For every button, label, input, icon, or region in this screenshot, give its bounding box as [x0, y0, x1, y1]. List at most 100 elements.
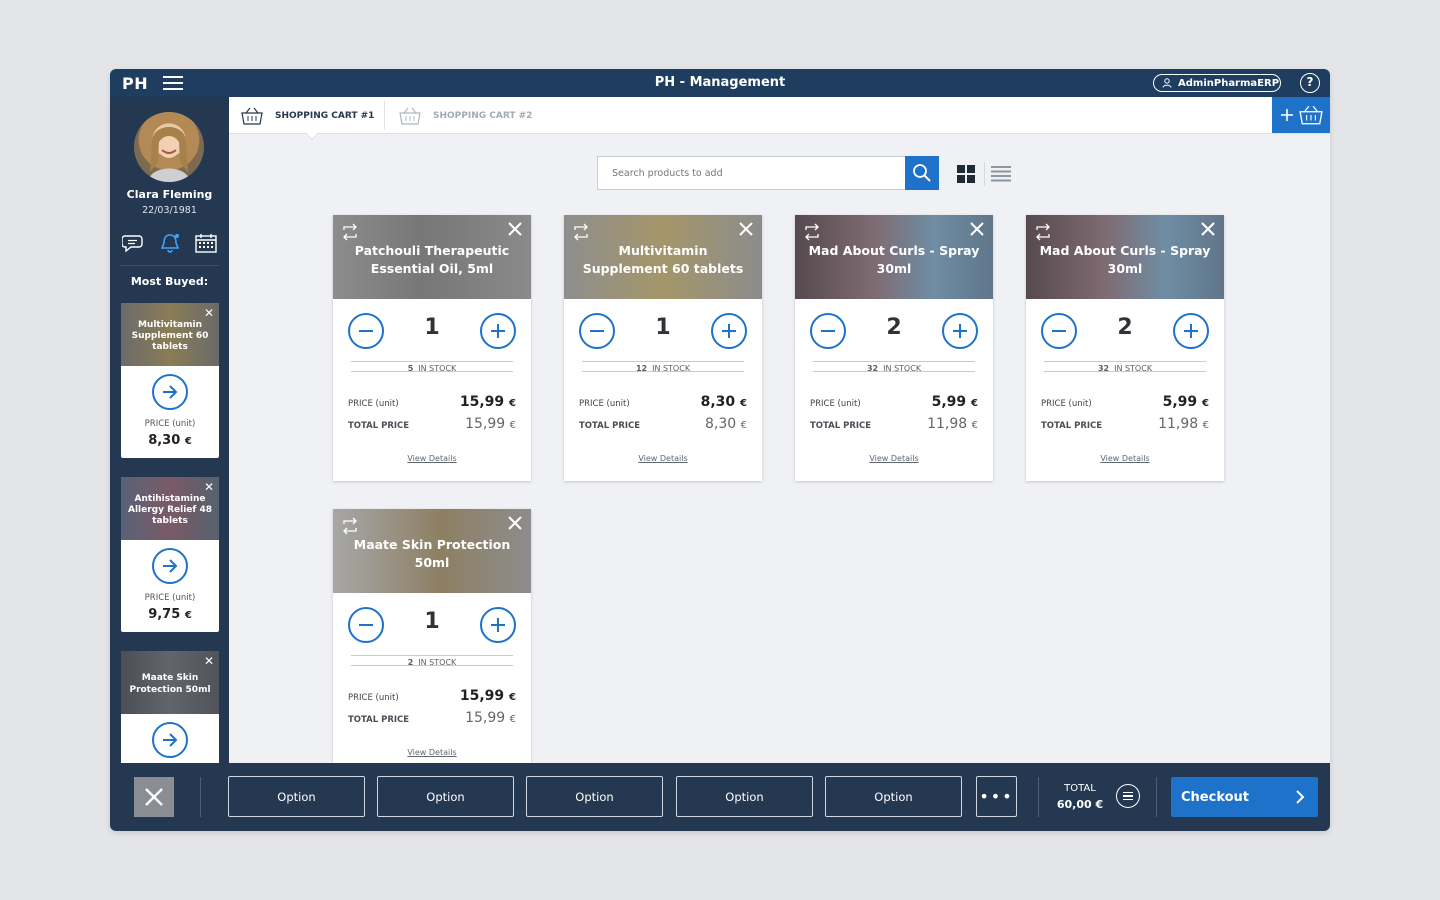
close-icon[interactable] [507, 515, 523, 531]
calendar-icon[interactable] [194, 232, 218, 254]
bar-divider [1038, 777, 1039, 817]
app-window: PH PH - Management AdminPharmaERP ? Clar… [110, 69, 1330, 831]
add-to-cart-button[interactable] [152, 548, 188, 584]
most-bought-card[interactable]: Antihistamine Allergy Relief 48 tablets … [121, 477, 219, 632]
view-details-link[interactable]: View Details [333, 454, 531, 477]
product-image: Mad About Curls - Spray 30ml [1026, 215, 1224, 299]
total-price-row: TOTAL PRICE 11,98 € [1026, 416, 1224, 432]
unit-price-label: PRICE (unit) [579, 399, 630, 409]
swap-icon[interactable] [341, 223, 359, 241]
view-details-link[interactable]: View Details [564, 454, 762, 477]
stock-info: 32 IN STOCK [813, 361, 975, 373]
total-label: TOTAL [1064, 783, 1096, 794]
bar-divider [1156, 777, 1157, 817]
option-button-3[interactable]: Option [526, 776, 663, 817]
checkout-label: Checkout [1181, 789, 1250, 805]
option-button-2[interactable]: Option [377, 776, 514, 817]
most-bought-name: Antihistamine Allergy Relief 48 tablets [127, 493, 212, 527]
close-icon[interactable] [738, 221, 754, 237]
cart-tabs: SHOPPING CART #1 SHOPPING CART #2 [229, 97, 1330, 141]
sidebar-divider [120, 265, 219, 266]
cancel-button[interactable] [134, 777, 174, 817]
chat-icon[interactable] [122, 232, 146, 254]
unit-price-label: PRICE (unit) [348, 693, 399, 703]
stock-info: 2 IN STOCK [351, 655, 513, 667]
option-button-5[interactable]: Option [825, 776, 962, 817]
add-to-cart-button[interactable] [152, 374, 188, 410]
sidebar: Clara Fleming 22/03/1981 Most Buyed: Mul… [110, 97, 229, 763]
most-bought-card[interactable]: Maate Skin Protection 50ml ✕ [121, 651, 219, 763]
increase-button[interactable] [942, 313, 978, 349]
increase-button[interactable] [1173, 313, 1209, 349]
view-details-link[interactable]: View Details [795, 454, 993, 477]
search-input[interactable] [597, 156, 906, 190]
close-icon[interactable] [1200, 221, 1216, 237]
product-name: Mad About Curls - Spray 30ml [1039, 242, 1211, 276]
view-details-link[interactable]: View Details [333, 748, 531, 763]
total-price-value: 11,98 € [927, 416, 978, 432]
bottom-action-bar: Option Option Option Option Option ••• T… [110, 763, 1330, 831]
most-bought-image: Multivitamin Supplement 60 tablets ✕ [121, 303, 219, 366]
option-button-4[interactable]: Option [676, 776, 813, 817]
unit-price-row: PRICE (unit) 8,30 € [564, 394, 762, 410]
add-to-cart-button[interactable] [152, 722, 188, 758]
stock-count: 12 [635, 364, 648, 373]
plus-icon [722, 324, 736, 338]
grid-view-icon[interactable] [956, 164, 976, 184]
swap-icon[interactable] [1034, 223, 1052, 241]
more-options-button[interactable]: ••• [976, 776, 1017, 817]
stock-info: 12 IN STOCK [582, 361, 744, 373]
unit-price-label: PRICE (unit) [1041, 399, 1092, 409]
view-details-link[interactable]: View Details [1026, 454, 1224, 477]
close-icon[interactable]: ✕ [204, 480, 214, 495]
product-image: Maate Skin Protection 50ml [333, 509, 531, 593]
stock-count: 5 [407, 364, 414, 373]
quantity-stepper: 2 [795, 299, 993, 361]
user-menu-button[interactable]: AdminPharmaERP [1153, 74, 1281, 92]
tab-shopping-cart-2[interactable]: SHOPPING CART #2 [399, 97, 532, 134]
plus-icon [491, 618, 505, 632]
list-view-icon[interactable] [990, 164, 1012, 184]
plus-icon [1184, 324, 1198, 338]
increase-button[interactable] [480, 607, 516, 643]
plus-icon [953, 324, 967, 338]
stock-info: 32 IN STOCK [1044, 361, 1206, 373]
product-name: Maate Skin Protection 50ml [353, 536, 511, 570]
swap-icon[interactable] [572, 223, 590, 241]
basket-icon [1298, 105, 1323, 125]
total-value: 60,00 € [1056, 798, 1104, 811]
option-button-1[interactable]: Option [228, 776, 365, 817]
close-icon[interactable]: ✕ [204, 654, 214, 669]
stock-label: IN STOCK [883, 364, 922, 373]
unit-price-value: 8,30 € [700, 394, 747, 410]
most-bought-card[interactable]: Multivitamin Supplement 60 tablets ✕ PRI… [121, 303, 219, 458]
unit-price-value: 15,99 € [459, 394, 516, 410]
unit-price-row: PRICE (unit) 15,99 € [333, 688, 531, 704]
search-button[interactable] [905, 156, 939, 190]
increase-button[interactable] [480, 313, 516, 349]
unit-price-value: 5,99 € [1162, 394, 1209, 410]
add-cart-button[interactable] [1272, 97, 1330, 133]
close-icon [145, 788, 163, 806]
help-icon[interactable]: ? [1300, 73, 1320, 93]
top-bar: PH PH - Management AdminPharmaERP ? [110, 69, 1330, 97]
close-icon[interactable]: ✕ [204, 306, 214, 321]
checkout-button[interactable]: Checkout [1171, 777, 1318, 817]
stock-label: IN STOCK [652, 364, 691, 373]
cart-item-card: Maate Skin Protection 50ml 1 2 IN STOCK P… [333, 509, 531, 763]
bar-divider [200, 777, 201, 817]
stock-count: 32 [866, 364, 879, 373]
most-bought-name: Maate Skin Protection 50ml [129, 673, 211, 695]
stock-label: IN STOCK [1114, 364, 1153, 373]
avatar[interactable] [134, 112, 204, 182]
profile-date: 22/03/1981 [142, 205, 197, 216]
bell-icon[interactable] [158, 232, 182, 254]
total-price-label: TOTAL PRICE [348, 715, 410, 725]
unit-price-label: PRICE (unit) [810, 399, 861, 409]
close-icon[interactable] [969, 221, 985, 237]
increase-button[interactable] [711, 313, 747, 349]
swap-icon[interactable] [341, 517, 359, 535]
menu-icon[interactable] [1116, 784, 1140, 808]
close-icon[interactable] [507, 221, 523, 237]
swap-icon[interactable] [803, 223, 821, 241]
